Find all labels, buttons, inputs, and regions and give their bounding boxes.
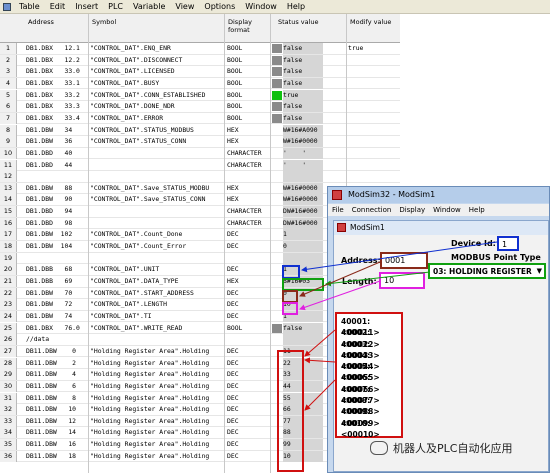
annotation-arrows [299,241,498,411]
length-arrow [299,280,381,311]
register-arrow [304,357,336,364]
watermark-text: 机器人及PLC自动化应用 [393,442,513,455]
wechat-icon [370,441,388,455]
device-id-arrow [301,241,498,273]
register-arrow [304,329,336,357]
register-arrow [304,379,336,411]
watermark: 机器人及PLC自动化应用 [370,440,512,456]
